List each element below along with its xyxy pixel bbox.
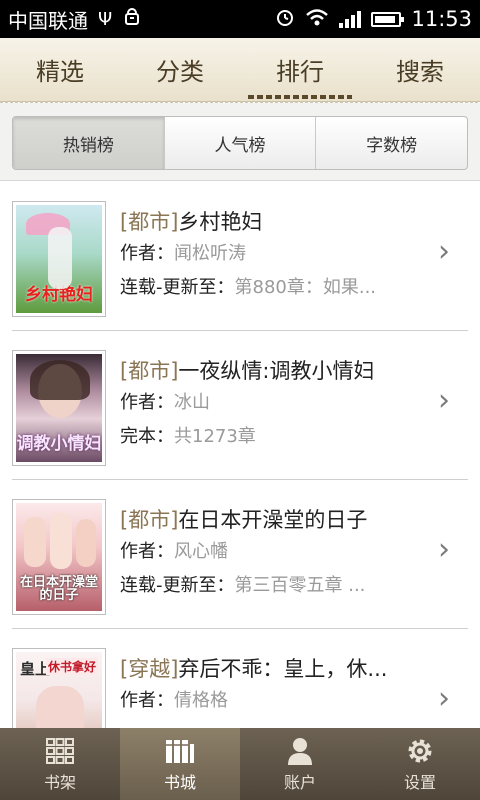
author-label: 作者： (120, 541, 174, 562)
chevron-right-icon: › (438, 234, 450, 269)
status-label: 连载-更新至： (120, 575, 235, 596)
book-status: 共1273章 (174, 426, 256, 447)
tab-featured[interactable]: 精选 (0, 38, 120, 101)
book-category: [都市] (120, 508, 179, 532)
signal-icon (339, 10, 362, 28)
account-icon (283, 735, 317, 767)
book-status: 第880章：如果... (234, 277, 377, 298)
clock-time: 11:53 (411, 7, 472, 31)
status-label: 连载-更新至： (120, 277, 235, 298)
top-tab-bar: 精选 分类 排行 搜索 (0, 38, 480, 102)
cover-title: 调教小情妇 (16, 434, 102, 455)
carrier-name: 中国联通 (8, 8, 88, 33)
book-status-line: 完本：共1273章 (120, 420, 420, 454)
nav-bookstore[interactable]: 书城 (120, 728, 240, 800)
book-author: 冰山 (174, 392, 210, 413)
nav-label: 书城 (163, 773, 196, 792)
book-cover: 调教小情妇 (12, 350, 106, 466)
book-list-item[interactable]: 调教小情妇 [都市]一夜纵情:调教小情妇 作者：冰山 完本：共1273章 › (0, 331, 480, 480)
author-label: 作者： (120, 392, 174, 413)
cover-title: 乡村艳妇 (25, 285, 93, 306)
android-debug-icon (122, 7, 142, 32)
book-title: 一夜纵情:调教小情妇 (178, 359, 375, 383)
usb-icon: Ψ (98, 8, 113, 30)
author-label: 作者： (120, 690, 174, 711)
nav-bookshelf[interactable]: 书架 (0, 728, 120, 800)
author-label: 作者： (120, 243, 174, 264)
book-author-line: 作者：冰山 (120, 386, 420, 420)
nav-label: 书架 (43, 773, 76, 792)
book-author: 风心幡 (174, 541, 228, 562)
nav-label: 账户 (283, 773, 316, 792)
tab-search[interactable]: 搜索 (360, 38, 480, 101)
book-status-line: 连载-更新至：第三百零五章 ... (120, 569, 420, 603)
book-category: [都市] (120, 210, 179, 234)
book-author-line: 作者：风心幡 (120, 535, 420, 569)
book-list-item[interactable]: 在日本开澡堂的日子 [都市]在日本开澡堂的日子 作者：风心幡 连载-更新至：第三… (0, 480, 480, 629)
bottom-nav-bar: 书架 书城 账户 设置 (0, 728, 480, 800)
book-title-line: [都市]乡村艳妇 (120, 207, 420, 237)
cover-title: 休书拿好 (45, 658, 98, 675)
chevron-right-icon: › (438, 681, 450, 716)
bookshelf-icon (43, 735, 77, 767)
chevron-right-icon: › (438, 383, 450, 418)
book-cover: 乡村艳妇 (12, 201, 106, 317)
nav-settings[interactable]: 设置 (360, 728, 480, 800)
cover-title: 在日本开澡堂的日子 (19, 574, 98, 604)
tab-categories[interactable]: 分类 (120, 38, 240, 101)
tab-rankings[interactable]: 排行 (240, 38, 360, 101)
segment-popularity[interactable]: 人气榜 (165, 117, 317, 169)
book-title-line: [都市]在日本开澡堂的日子 (120, 505, 420, 535)
book-status-line: 连载-更新至：第880章：如果... (120, 271, 420, 305)
book-author-line: 作者：闻松听涛 (120, 237, 420, 271)
book-author: 倩格格 (174, 690, 228, 711)
book-title: 乡村艳妇 (178, 210, 263, 234)
alarm-icon (275, 7, 295, 32)
book-category: [穿越] (120, 657, 179, 681)
book-cover: 在日本开澡堂的日子 (12, 499, 106, 615)
book-cover: 皇上 休书拿好 (12, 648, 106, 728)
book-title-line: [都市]一夜纵情:调教小情妇 (120, 356, 420, 386)
wifi-icon (305, 7, 329, 32)
settings-icon (403, 735, 437, 767)
chevron-right-icon: › (438, 532, 450, 567)
book-author-line: 作者：倩格格 (120, 684, 420, 718)
status-bar: 中国联通 Ψ 11:53 (0, 0, 480, 38)
nav-label: 设置 (403, 773, 436, 792)
status-label: 完本： (120, 426, 174, 447)
book-title: 弃后不乖：皇上，休... (178, 657, 388, 681)
segment-bestseller[interactable]: 热销榜 (13, 117, 165, 169)
book-list-item[interactable]: 乡村艳妇 [都市]乡村艳妇 作者：闻松听涛 连载-更新至：第880章：如果...… (0, 182, 480, 331)
book-author: 闻松听涛 (174, 243, 246, 264)
book-category: [都市] (120, 359, 179, 383)
book-list: 乡村艳妇 [都市]乡村艳妇 作者：闻松听涛 连载-更新至：第880章：如果...… (0, 182, 480, 728)
book-title-line: [穿越]弃后不乖：皇上，休... (120, 654, 420, 684)
bookstore-icon (163, 735, 197, 767)
segment-word-count[interactable]: 字数榜 (316, 117, 467, 169)
book-title: 在日本开澡堂的日子 (178, 508, 368, 532)
book-status: 第三百零五章 ... (234, 575, 366, 596)
ranking-segmented-control: 热销榜 人气榜 字数榜 (12, 116, 468, 170)
nav-account[interactable]: 账户 (240, 728, 360, 800)
ranking-filter-bar: 热销榜 人气榜 字数榜 (0, 103, 480, 181)
battery-icon (371, 11, 405, 27)
book-list-item[interactable]: 皇上 休书拿好 [穿越]弃后不乖：皇上，休... 作者：倩格格 › (0, 629, 480, 728)
